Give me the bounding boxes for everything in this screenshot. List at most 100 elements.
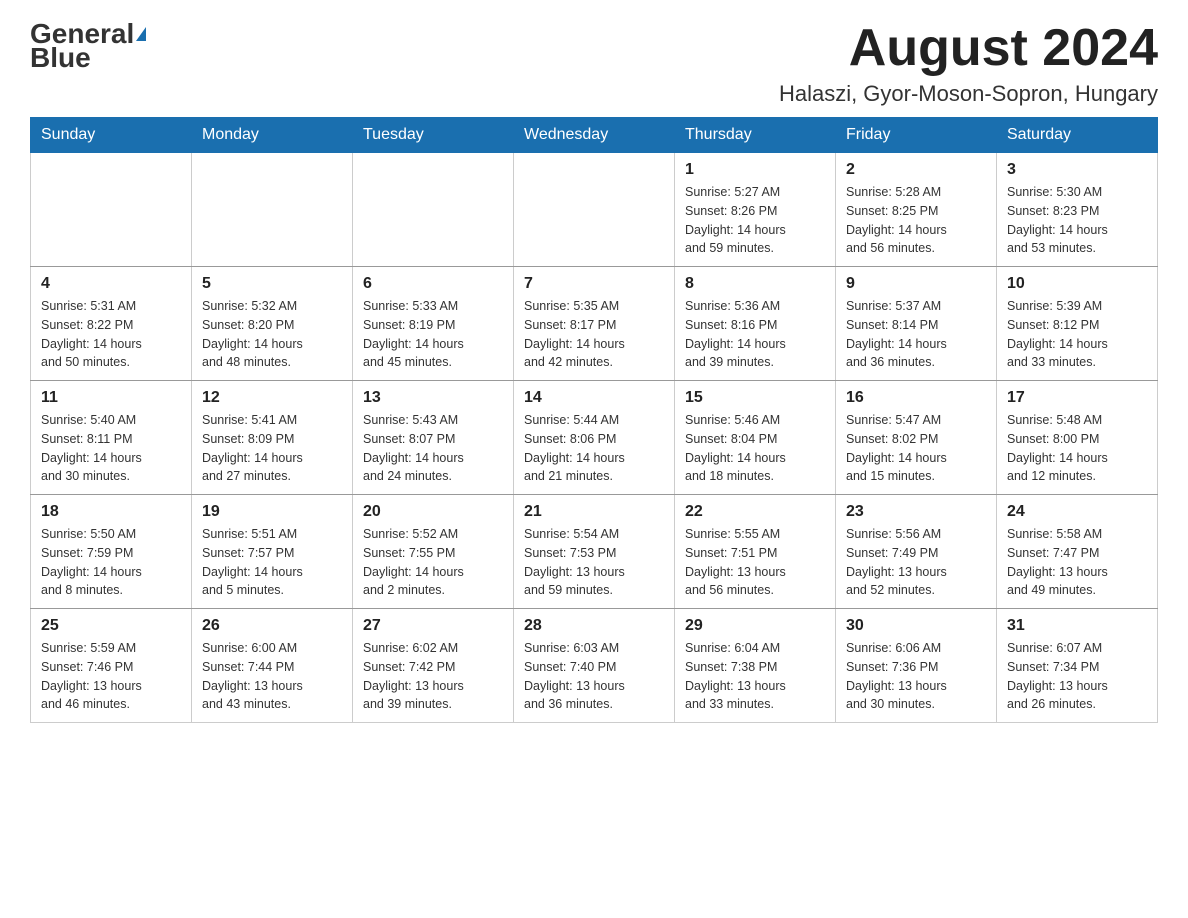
- weekday-header-tuesday: Tuesday: [353, 118, 514, 153]
- calendar-cell: [31, 153, 192, 267]
- calendar-cell: 20 Sunrise: 5:52 AM Sunset: 7:55 PM Dayli…: [353, 495, 514, 609]
- calendar-cell: 8Sunrise: 5:36 AM Sunset: 8:16 PM Daylig…: [675, 267, 836, 381]
- day-info: Sunrise: 5:32 AM Sunset: 8:20 PM Dayligh…: [202, 297, 342, 372]
- calendar-cell: 23Sunrise: 5:56 AM Sunset: 7:49 PM Dayli…: [836, 495, 997, 609]
- day-info: Sunrise: 5:52 AM Sunset: 7:55 PM Dayligh…: [363, 525, 503, 600]
- calendar-cell: 21 Sunrise: 5:54 AM Sunset: 7:53 PM Dayli…: [514, 495, 675, 609]
- calendar-cell: 24 Sunrise: 5:58 AM Sunset: 7:47 PM Dayli…: [997, 495, 1158, 609]
- day-number: 31: [1007, 617, 1147, 635]
- calendar-cell: 14 Sunrise: 5:44 AM Sunset: 8:06 PM Dayli…: [514, 381, 675, 495]
- logo: General Blue: [30, 20, 146, 72]
- day-number: 8: [685, 275, 825, 293]
- calendar-week-row-2: 4 Sunrise: 5:31 AM Sunset: 8:22 PM Daylig…: [31, 267, 1158, 381]
- day-info: Sunrise: 5:50 AM Sunset: 7:59 PM Dayligh…: [41, 525, 181, 600]
- day-info: Sunrise: 5:54 AM Sunset: 7:53 PM Dayligh…: [524, 525, 664, 600]
- calendar-cell: 30 Sunrise: 6:06 AM Sunset: 7:36 PM Dayli…: [836, 609, 997, 723]
- day-info: Sunrise: 5:58 AM Sunset: 7:47 PM Dayligh…: [1007, 525, 1147, 600]
- calendar-cell: [192, 153, 353, 267]
- calendar-cell: 26Sunrise: 6:00 AM Sunset: 7:44 PM Dayli…: [192, 609, 353, 723]
- day-info: Sunrise: 5:43 AM Sunset: 8:07 PM Dayligh…: [363, 411, 503, 486]
- day-info: Sunrise: 5:30 AM Sunset: 8:23 PM Dayligh…: [1007, 183, 1147, 258]
- calendar-week-row-1: 1Sunrise: 5:27 AM Sunset: 8:26 PM Daylig…: [31, 153, 1158, 267]
- day-number: 18: [41, 503, 181, 521]
- day-info: Sunrise: 5:37 AM Sunset: 8:14 PM Dayligh…: [846, 297, 986, 372]
- calendar-cell: 6 Sunrise: 5:33 AM Sunset: 8:19 PM Daylig…: [353, 267, 514, 381]
- day-number: 20: [363, 503, 503, 521]
- day-number: 25: [41, 617, 181, 635]
- day-number: 29: [685, 617, 825, 635]
- calendar-cell: [514, 153, 675, 267]
- calendar-cell: 28 Sunrise: 6:03 AM Sunset: 7:40 PM Dayli…: [514, 609, 675, 723]
- day-number: 6: [363, 275, 503, 293]
- calendar-cell: 22 Sunrise: 5:55 AM Sunset: 7:51 PM Dayli…: [675, 495, 836, 609]
- weekday-header-sunday: Sunday: [31, 118, 192, 153]
- day-number: 24: [1007, 503, 1147, 521]
- title-section: August 2024 Halaszi, Gyor-Moson-Sopron, …: [779, 20, 1158, 107]
- day-number: 7: [524, 275, 664, 293]
- calendar-cell: 3 Sunrise: 5:30 AM Sunset: 8:23 PM Daylig…: [997, 153, 1158, 267]
- calendar-cell: 2 Sunrise: 5:28 AM Sunset: 8:25 PM Daylig…: [836, 153, 997, 267]
- day-info: Sunrise: 5:59 AM Sunset: 7:46 PM Dayligh…: [41, 639, 181, 714]
- day-info: Sunrise: 5:55 AM Sunset: 7:51 PM Dayligh…: [685, 525, 825, 600]
- day-info: Sunrise: 5:39 AM Sunset: 8:12 PM Dayligh…: [1007, 297, 1147, 372]
- day-info: Sunrise: 5:27 AM Sunset: 8:26 PM Dayligh…: [685, 183, 825, 258]
- calendar-cell: 1Sunrise: 5:27 AM Sunset: 8:26 PM Daylig…: [675, 153, 836, 267]
- day-info: Sunrise: 5:41 AM Sunset: 8:09 PM Dayligh…: [202, 411, 342, 486]
- day-number: 2: [846, 161, 986, 179]
- calendar-cell: 29 Sunrise: 6:04 AM Sunset: 7:38 PM Dayli…: [675, 609, 836, 723]
- calendar-cell: 7 Sunrise: 5:35 AM Sunset: 8:17 PM Daylig…: [514, 267, 675, 381]
- day-number: 14: [524, 389, 664, 407]
- day-number: 12: [202, 389, 342, 407]
- day-number: 11: [41, 389, 181, 407]
- day-info: Sunrise: 5:46 AM Sunset: 8:04 PM Dayligh…: [685, 411, 825, 486]
- calendar-cell: 25 Sunrise: 5:59 AM Sunset: 7:46 PM Dayli…: [31, 609, 192, 723]
- calendar-cell: 27 Sunrise: 6:02 AM Sunset: 7:42 PM Dayli…: [353, 609, 514, 723]
- day-number: 5: [202, 275, 342, 293]
- day-info: Sunrise: 6:06 AM Sunset: 7:36 PM Dayligh…: [846, 639, 986, 714]
- weekday-header-saturday: Saturday: [997, 118, 1158, 153]
- day-number: 17: [1007, 389, 1147, 407]
- day-info: Sunrise: 5:33 AM Sunset: 8:19 PM Dayligh…: [363, 297, 503, 372]
- calendar-cell: 19Sunrise: 5:51 AM Sunset: 7:57 PM Dayli…: [192, 495, 353, 609]
- day-number: 22: [685, 503, 825, 521]
- day-number: 21: [524, 503, 664, 521]
- calendar-cell: 31 Sunrise: 6:07 AM Sunset: 7:34 PM Dayli…: [997, 609, 1158, 723]
- weekday-header-monday: Monday: [192, 118, 353, 153]
- calendar-cell: 5 Sunrise: 5:32 AM Sunset: 8:20 PM Daylig…: [192, 267, 353, 381]
- day-number: 3: [1007, 161, 1147, 179]
- day-number: 4: [41, 275, 181, 293]
- day-number: 16: [846, 389, 986, 407]
- location-title: Halaszi, Gyor-Moson-Sopron, Hungary: [779, 81, 1158, 107]
- weekday-header-thursday: Thursday: [675, 118, 836, 153]
- day-info: Sunrise: 5:35 AM Sunset: 8:17 PM Dayligh…: [524, 297, 664, 372]
- month-title: August 2024: [779, 20, 1158, 77]
- day-number: 13: [363, 389, 503, 407]
- day-number: 30: [846, 617, 986, 635]
- day-number: 10: [1007, 275, 1147, 293]
- day-info: Sunrise: 6:02 AM Sunset: 7:42 PM Dayligh…: [363, 639, 503, 714]
- page-header: General Blue August 2024 Halaszi, Gyor-M…: [30, 20, 1158, 107]
- calendar-cell: 18 Sunrise: 5:50 AM Sunset: 7:59 PM Dayli…: [31, 495, 192, 609]
- day-number: 19: [202, 503, 342, 521]
- day-number: 28: [524, 617, 664, 635]
- calendar-cell: 13 Sunrise: 5:43 AM Sunset: 8:07 PM Dayli…: [353, 381, 514, 495]
- day-info: Sunrise: 6:03 AM Sunset: 7:40 PM Dayligh…: [524, 639, 664, 714]
- weekday-header-row: SundayMondayTuesdayWednesdayThursdayFrid…: [31, 118, 1158, 153]
- day-info: Sunrise: 5:48 AM Sunset: 8:00 PM Dayligh…: [1007, 411, 1147, 486]
- day-number: 9: [846, 275, 986, 293]
- day-info: Sunrise: 6:07 AM Sunset: 7:34 PM Dayligh…: [1007, 639, 1147, 714]
- day-number: 26: [202, 617, 342, 635]
- day-info: Sunrise: 5:47 AM Sunset: 8:02 PM Dayligh…: [846, 411, 986, 486]
- day-number: 15: [685, 389, 825, 407]
- day-info: Sunrise: 5:44 AM Sunset: 8:06 PM Dayligh…: [524, 411, 664, 486]
- calendar-cell: 12 Sunrise: 5:41 AM Sunset: 8:09 PM Dayli…: [192, 381, 353, 495]
- day-info: Sunrise: 5:40 AM Sunset: 8:11 PM Dayligh…: [41, 411, 181, 486]
- calendar-cell: 9 Sunrise: 5:37 AM Sunset: 8:14 PM Daylig…: [836, 267, 997, 381]
- day-info: Sunrise: 5:31 AM Sunset: 8:22 PM Dayligh…: [41, 297, 181, 372]
- weekday-header-wednesday: Wednesday: [514, 118, 675, 153]
- day-info: Sunrise: 6:04 AM Sunset: 7:38 PM Dayligh…: [685, 639, 825, 714]
- calendar-table: SundayMondayTuesdayWednesdayThursdayFrid…: [30, 117, 1158, 723]
- day-info: Sunrise: 5:28 AM Sunset: 8:25 PM Dayligh…: [846, 183, 986, 258]
- logo-text-blue: Blue: [30, 44, 91, 72]
- day-number: 27: [363, 617, 503, 635]
